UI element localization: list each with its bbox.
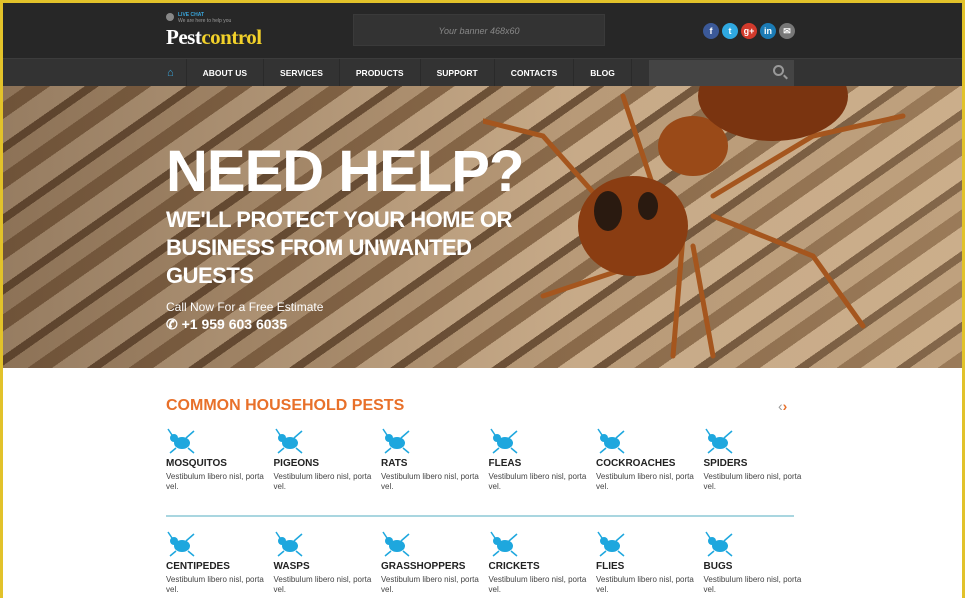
pest-description: Vestibulum libero nisl, porta vel. [703,575,802,594]
pest-name: FLIES [596,561,625,572]
wasps-icon [274,531,302,557]
live-chat-subtext: We are here to help you [178,18,232,24]
hero-cta: Call Now For a Free Estimate [166,300,324,314]
pest-description: Vestibulum libero nisl, porta vel. [381,472,479,491]
cockroaches-icon [597,428,625,454]
nav-item-blog[interactable]: BLOG [574,59,632,87]
pest-name: CRICKETS [488,561,540,572]
pest-description: Vestibulum libero nisl, porta vel. [381,575,479,594]
mosquitos-icon [167,428,195,454]
linkedin-icon[interactable]: in [760,23,776,39]
pest-description: Vestibulum libero nisl, porta vel. [488,575,587,594]
next-arrow-icon[interactable]: › [783,398,788,414]
ad-banner[interactable]: Your banner 468x60 [353,14,605,46]
twitter-icon[interactable]: t [722,23,738,39]
facebook-icon[interactable]: f [703,23,719,39]
grasshoppers-icon [382,531,410,557]
page: LIVE CHAT We are here to help you Pestcon… [3,3,962,598]
pest-description: Vestibulum libero nisl, porta vel. [488,472,587,491]
chat-icon [166,13,174,21]
social-links: f t g+ in ✉ [703,23,795,39]
hero-title: NEED HELP? [166,139,524,204]
pest-name: FLEAS [488,458,522,469]
hero-phone[interactable]: ✆ +1 959 603 6035 [166,316,287,333]
nav-item-services[interactable]: SERVICES [264,59,340,87]
crickets-icon [489,531,517,557]
pest-description: Vestibulum libero nisl, porta vel. [596,472,694,491]
pest-item[interactable]: FLEAS Vestibulum libero nisl, porta vel. [489,428,589,492]
hero-subtitle: WE'LL PROTECT YOUR HOME OR BUSINESS FROM… [166,207,512,288]
main-nav: ⌂ ABOUT US SERVICES PRODUCTS SUPPORT CONTACT… [3,58,962,87]
search-icon[interactable] [773,65,784,76]
pest-item[interactable]: CRICKETS Vestibulum libero nisl, porta ve… [489,531,589,595]
live-chat-link[interactable]: LIVE CHAT We are here to help you [178,12,231,24]
pest-description: Vestibulum libero nisl, porta vel. [596,575,694,594]
pest-name: SPIDERS [703,458,748,469]
pest-name: GRASSHOPPERS [381,561,466,572]
section-title: COMMON HOUSEHOLD PESTS [166,397,405,414]
pest-item[interactable]: MOSQUITOS Vestibulum libero nisl, porta v… [166,428,266,492]
pigeons-icon [274,428,302,454]
search-input[interactable] [649,60,794,86]
rats-icon [382,428,410,454]
pest-name: WASPS [273,561,310,572]
spiders-icon [704,428,732,454]
pest-name: CENTIPEDES [166,561,230,572]
logo[interactable]: Pestcontrol [166,25,262,50]
pest-description: Vestibulum libero nisl, porta vel. [273,575,372,594]
divider [166,515,794,517]
carousel-arrows: ‹› [778,398,787,414]
pest-item[interactable]: SPIDERS Vestibulum libero nisl, porta vel… [704,428,804,492]
ant-image [483,86,906,359]
phone-icon: ✆ [166,316,182,332]
pest-item[interactable]: CENTIPEDES Vestibulum libero nisl, porta … [166,531,266,595]
pest-item[interactable]: WASPS Vestibulum libero nisl, porta vel. [274,531,374,595]
hero-banner: NEED HELP? WE'LL PROTECT YOUR HOME OR BU… [3,86,962,368]
pest-name: RATS [381,458,408,469]
pest-description: Vestibulum libero nisl, porta vel. [273,472,372,491]
nav-item-support[interactable]: SUPPORT [421,59,495,87]
pest-name: MOSQUITOS [166,458,227,469]
pest-description: Vestibulum libero nisl, porta vel. [703,472,802,491]
centipedes-icon [167,531,195,557]
flies-icon [597,531,625,557]
pest-description: Vestibulum libero nisl, porta vel. [166,575,264,594]
google-plus-icon[interactable]: g+ [741,23,757,39]
pest-item[interactable]: COCKROACHES Vestibulum libero nisl, porta… [596,428,696,492]
logo-part-b: control [201,25,262,49]
pest-item[interactable]: PIGEONS Vestibulum libero nisl, porta vel… [274,428,374,492]
pest-item[interactable]: BUGS Vestibulum libero nisl, porta vel. [704,531,804,595]
email-icon[interactable]: ✉ [779,23,795,39]
pest-description: Vestibulum libero nisl, porta vel. [166,472,264,491]
pest-name: COCKROACHES [596,458,676,469]
phone-number: +1 959 603 6035 [181,316,288,332]
bugs-icon [704,531,732,557]
home-icon[interactable]: ⌂ [163,59,187,87]
logo-part-a: Pest [166,25,202,49]
fleas-icon [489,428,517,454]
pest-item[interactable]: RATS Vestibulum libero nisl, porta vel. [381,428,481,492]
header: LIVE CHAT We are here to help you Pestcon… [3,3,962,58]
pest-item[interactable]: GRASSHOPPERS Vestibulum libero nisl, port… [381,531,481,595]
pest-item[interactable]: FLIES Vestibulum libero nisl, porta vel. [596,531,696,595]
nav-item-contacts[interactable]: CONTACTS [495,59,575,87]
nav-item-about-us[interactable]: ABOUT US [187,59,265,87]
pest-name: PIGEONS [273,458,320,469]
nav-item-products[interactable]: PRODUCTS [340,59,421,87]
pest-name: BUGS [703,561,733,572]
